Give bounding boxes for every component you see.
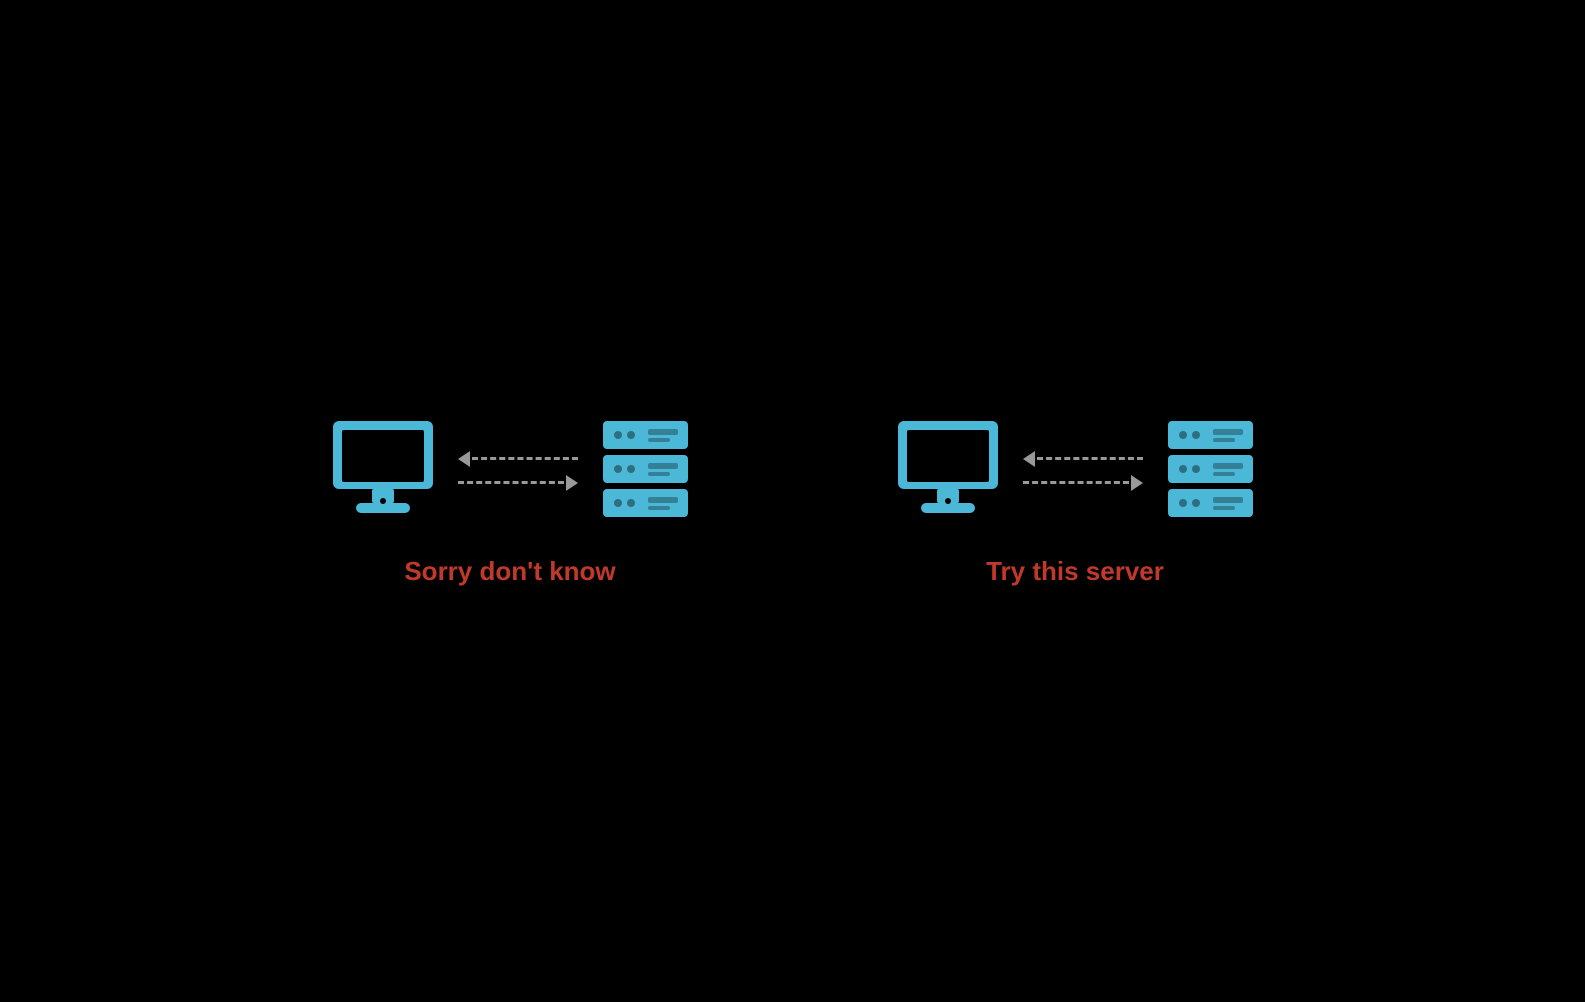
arrows-right bbox=[1023, 451, 1143, 491]
arrows-left bbox=[458, 451, 578, 491]
arrowhead-right-2 bbox=[1131, 475, 1143, 491]
dashed-line-right-1 bbox=[1037, 457, 1143, 460]
monitor-icon-right bbox=[893, 416, 1003, 526]
diagram-right: Try this server bbox=[893, 416, 1258, 587]
arrowhead-left-1 bbox=[458, 451, 470, 467]
dashed-line-left-2 bbox=[458, 481, 564, 484]
diagram-left: Sorry don't know bbox=[328, 416, 693, 587]
dashed-line-left-1 bbox=[472, 457, 578, 460]
server-icon-right bbox=[1163, 416, 1258, 526]
arrow-row-left-response bbox=[458, 451, 578, 467]
arrowhead-right-1 bbox=[566, 475, 578, 491]
arrow-row-right-request bbox=[1023, 475, 1143, 491]
main-container: Sorry don't know bbox=[328, 416, 1258, 587]
label-sorry: Sorry don't know bbox=[404, 556, 615, 587]
monitor-icon-left bbox=[328, 416, 438, 526]
arrow-row-left-request bbox=[458, 475, 578, 491]
icons-row-left bbox=[328, 416, 693, 526]
arrowhead-left-2 bbox=[1023, 451, 1035, 467]
dashed-line-right-2 bbox=[1023, 481, 1129, 484]
arrow-row-right-response bbox=[1023, 451, 1143, 467]
label-try: Try this server bbox=[986, 556, 1164, 587]
server-icon-left bbox=[598, 416, 693, 526]
icons-row-right bbox=[893, 416, 1258, 526]
